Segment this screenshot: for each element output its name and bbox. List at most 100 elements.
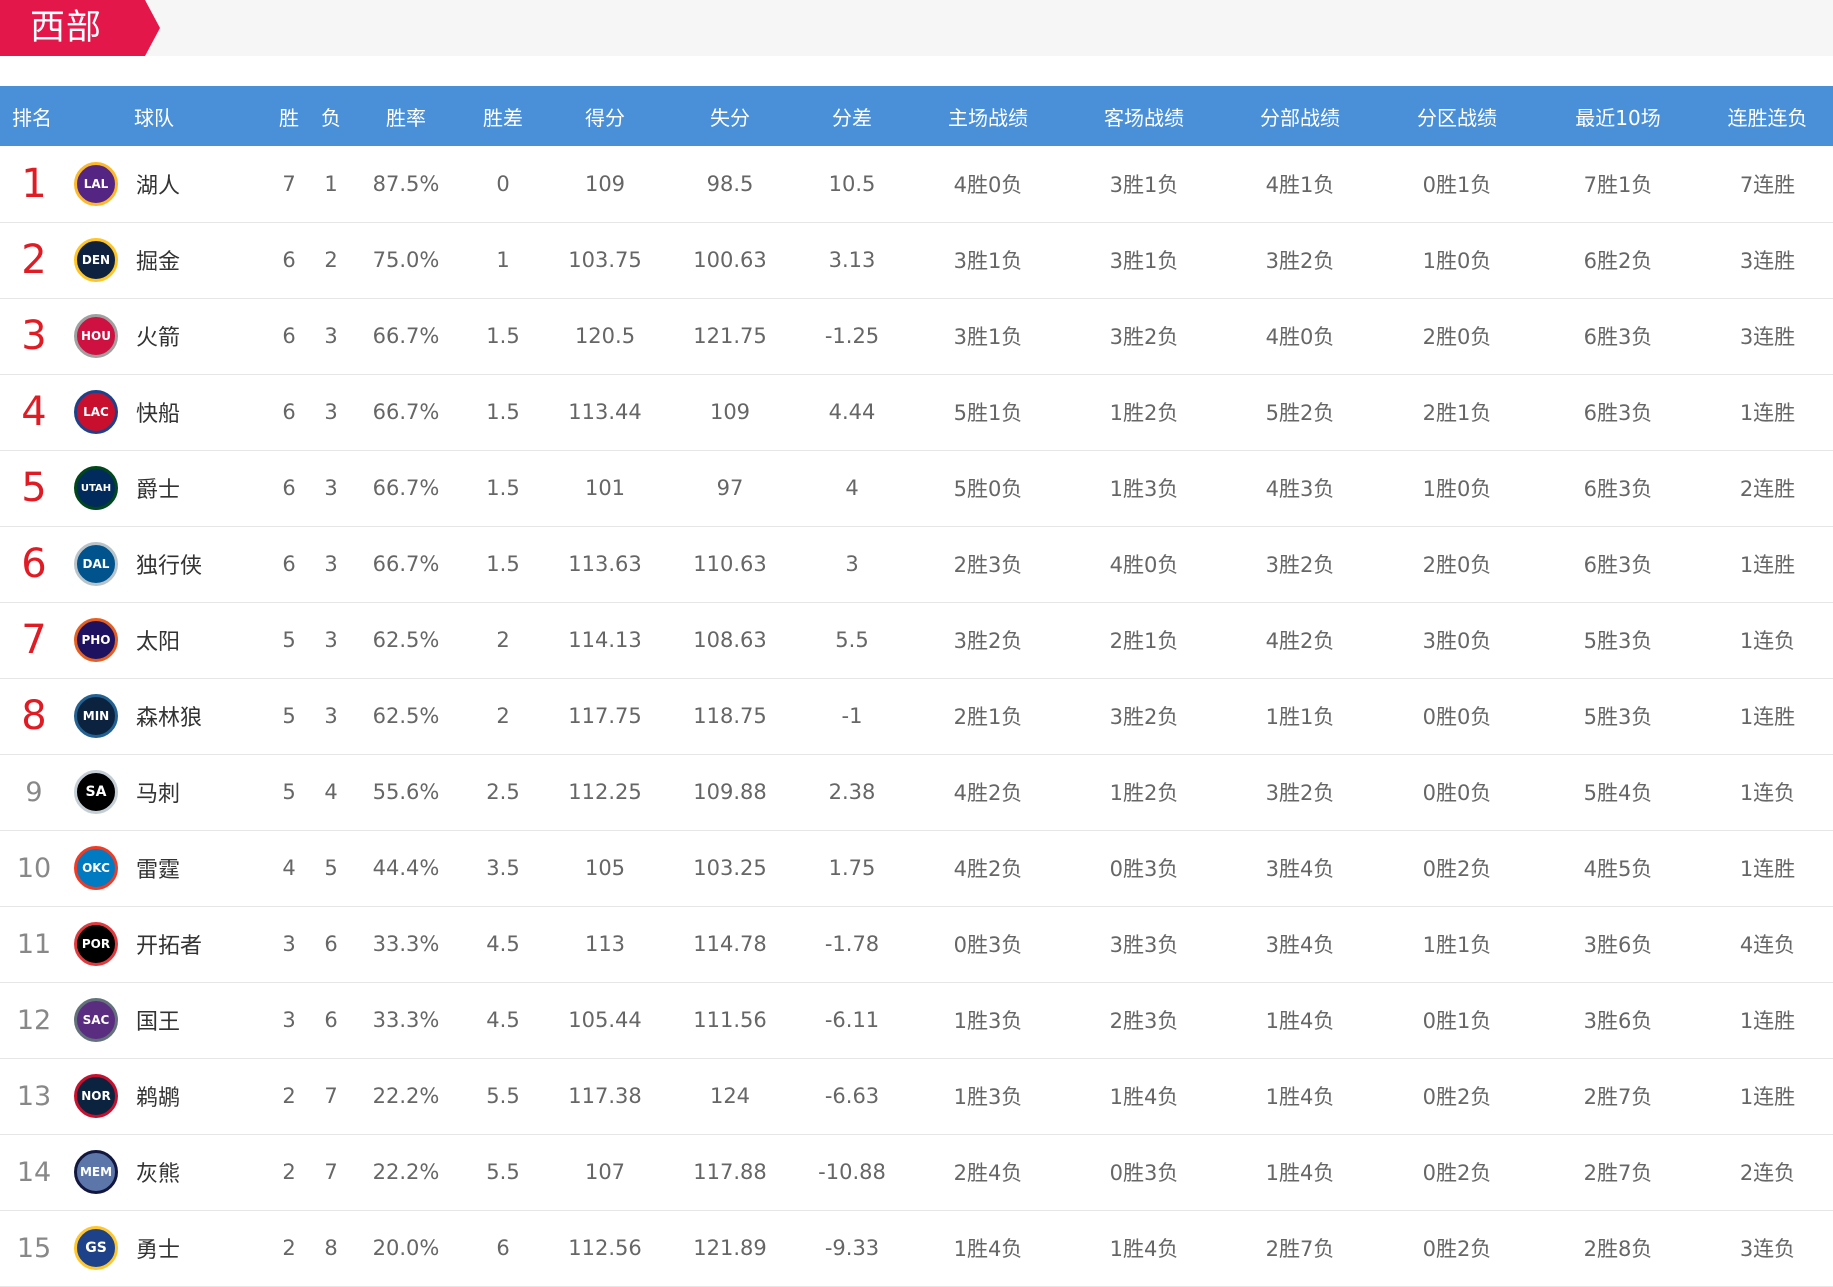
team-losses: 3 (324, 704, 338, 728)
team-cell[interactable]: MIN 森林狼 (68, 678, 268, 754)
table-row[interactable]: 13 NOR 鹈鹕 2 7 22.2% 5.5 117.38 124 -6.63 1胜3负 1胜4负 1… (0, 1058, 1833, 1134)
team-logo-icon[interactable]: SAC (74, 998, 118, 1042)
team-wins: 4 (282, 856, 296, 880)
team-cell[interactable]: LAL 湖人 (68, 146, 268, 222)
table-row[interactable]: 10 OKC 雷霆 4 5 44.4% 3.5 105 103.25 1.75 4胜2负 0胜3负 3胜… (0, 830, 1833, 906)
team-win-pct: 55.6% (372, 780, 440, 804)
team-name[interactable]: 马刺 (136, 776, 180, 808)
team-losses: 3 (324, 552, 338, 576)
table-row[interactable]: 4 LAC 快船 6 3 66.7% 1.5 113.44 109 4.44 5胜1负 1胜2负 5胜2… (0, 374, 1833, 450)
team-cell[interactable]: UTAH 爵士 (68, 450, 268, 526)
team-info[interactable]: UTAH 爵士 (68, 466, 268, 510)
team-cell[interactable]: OKC 雷霆 (68, 830, 268, 906)
table-row[interactable]: 3 HOU 火箭 6 3 66.7% 1.5 120.5 121.75 -1.25 3胜1负 3胜2负… (0, 298, 1833, 374)
team-cell[interactable]: DAL 独行侠 (68, 526, 268, 602)
team-cell[interactable]: SAC 国王 (68, 982, 268, 1058)
team-logo-icon[interactable]: DEN (74, 238, 118, 282)
team-info[interactable]: LAL 湖人 (68, 161, 268, 206)
table-row[interactable]: 7 PHO 太阳 5 3 62.5% 2 114.13 108.63 5.5 3胜2负 2胜1负 4胜2… (0, 602, 1833, 678)
team-logo-icon[interactable]: DAL (74, 542, 118, 586)
team-win-pct: 22.2% (372, 1160, 440, 1184)
team-division-record: 1胜1负 (1265, 705, 1335, 729)
team-away-record: 3胜1负 (1109, 249, 1179, 273)
team-cell[interactable]: GS 勇士 (68, 1210, 268, 1286)
team-cell[interactable]: DEN 掘金 (68, 222, 268, 298)
team-logo-icon[interactable]: POR (74, 922, 118, 966)
team-logo-icon[interactable]: LAL (74, 161, 118, 206)
team-streak: 1连胜 (1739, 705, 1796, 729)
team-name[interactable]: 湖人 (136, 168, 180, 200)
team-cell[interactable]: PHO 太阳 (68, 602, 268, 678)
team-points-against: 109 (709, 400, 751, 424)
team-info[interactable]: OKC 雷霆 (68, 846, 268, 890)
table-row[interactable]: 5 UTAH 爵士 6 3 66.7% 1.5 101 97 4 5胜0负 1胜3负 4胜3负 1胜0负 6… (0, 450, 1833, 526)
table-row[interactable]: 11 POR 开拓者 3 6 33.3% 4.5 113 114.78 -1.78 0胜3负 3胜3负… (0, 906, 1833, 982)
team-name[interactable]: 火箭 (136, 320, 180, 352)
table-row[interactable]: 9 SA 马刺 5 4 55.6% 2.5 112.25 109.88 2.38 4胜2负 1胜2负 3… (0, 754, 1833, 830)
team-win-pct: 62.5% (372, 704, 440, 728)
team-info[interactable]: MEM 灰熊 (68, 1150, 268, 1194)
team-name[interactable]: 勇士 (136, 1232, 180, 1264)
team-wins: 2 (282, 1160, 296, 1184)
team-logo-icon[interactable]: GS (74, 1226, 118, 1270)
team-info[interactable]: LAC 快船 (68, 390, 268, 434)
team-info[interactable]: HOU 火箭 (68, 314, 268, 358)
team-logo-icon[interactable]: NOR (74, 1074, 118, 1118)
team-logo-icon[interactable]: PHO (74, 618, 118, 662)
table-row[interactable]: 15 GS 勇士 2 8 20.0% 6 112.56 121.89 -9.33 1胜4负 1胜4负 2… (0, 1210, 1833, 1286)
team-cell[interactable]: SA 马刺 (68, 754, 268, 830)
table-row[interactable]: 1 LAL 湖人 7 1 87.5% 0 109 98.5 10.5 4胜0负 3胜1负 4胜1负 0胜1… (0, 146, 1833, 222)
team-logo-icon[interactable]: OKC (74, 846, 118, 890)
team-logo-icon[interactable]: LAC (74, 390, 118, 434)
table-row[interactable]: 8 MIN 森林狼 5 3 62.5% 2 117.75 118.75 -1 2胜1负 3胜2负 1胜1… (0, 678, 1833, 754)
team-name[interactable]: 森林狼 (136, 700, 202, 732)
team-cell[interactable]: LAC 快船 (68, 374, 268, 450)
team-name[interactable]: 灰熊 (136, 1156, 180, 1188)
team-logo-icon[interactable]: SA (74, 770, 118, 814)
table-row[interactable]: 14 MEM 灰熊 2 7 22.2% 5.5 107 117.88 -10.88 2胜4负 0胜3负… (0, 1134, 1833, 1210)
team-logo-icon[interactable]: HOU (74, 314, 118, 358)
team-rank: 14 (16, 1156, 52, 1188)
team-info[interactable]: PHO 太阳 (68, 618, 268, 662)
team-cell[interactable]: POR 开拓者 (68, 906, 268, 982)
team-logo-icon[interactable]: MIN (74, 694, 118, 738)
team-last-10: 6胜3负 (1583, 553, 1653, 577)
conference-tab[interactable]: 西部 (0, 0, 160, 56)
team-info[interactable]: DEN 掘金 (68, 238, 268, 282)
team-info[interactable]: POR 开拓者 (68, 922, 268, 966)
team-info[interactable]: MIN 森林狼 (68, 694, 268, 738)
team-cell[interactable]: HOU 火箭 (68, 298, 268, 374)
team-name[interactable]: 开拓者 (136, 928, 202, 960)
team-name[interactable]: 国王 (136, 1004, 180, 1036)
team-info[interactable]: DAL 独行侠 (68, 542, 268, 586)
team-cell[interactable]: MEM 灰熊 (68, 1134, 268, 1210)
table-row[interactable]: 12 SAC 国王 3 6 33.3% 4.5 105.44 111.56 -6.11 1胜3负 2胜… (0, 982, 1833, 1058)
team-name[interactable]: 爵士 (136, 472, 180, 504)
team-home-record: 1胜3负 (953, 1009, 1023, 1033)
team-name[interactable]: 太阳 (136, 624, 180, 656)
team-points-against: 100.63 (693, 248, 767, 272)
team-away-record: 3胜3负 (1109, 933, 1179, 957)
team-info[interactable]: GS 勇士 (68, 1226, 268, 1270)
team-info[interactable]: NOR 鹈鹕 (68, 1074, 268, 1118)
team-name[interactable]: 掘金 (136, 244, 180, 276)
team-info[interactable]: SA 马刺 (68, 770, 268, 814)
team-name[interactable]: 鹈鹕 (136, 1080, 180, 1112)
team-name[interactable]: 独行侠 (136, 548, 202, 580)
team-last-10: 6胜2负 (1583, 249, 1653, 273)
team-name[interactable]: 快船 (136, 396, 180, 428)
team-games-behind: 5.5 (486, 1160, 520, 1184)
team-logo-icon[interactable]: MEM (74, 1150, 118, 1194)
team-info[interactable]: SAC 国王 (68, 998, 268, 1042)
team-rank: 4 (21, 389, 47, 435)
table-row[interactable]: 2 DEN 掘金 6 2 75.0% 1 103.75 100.63 3.13 3胜1负 3胜1负 3胜… (0, 222, 1833, 298)
team-logo-icon[interactable]: UTAH (74, 466, 118, 510)
team-games-behind: 1.5 (486, 552, 520, 576)
team-cell[interactable]: NOR 鹈鹕 (68, 1058, 268, 1134)
team-last-10: 5胜3负 (1583, 629, 1653, 653)
table-row[interactable]: 6 DAL 独行侠 6 3 66.7% 1.5 113.63 110.63 3 2胜3负 4胜0负 3胜… (0, 526, 1833, 602)
team-win-pct: 75.0% (372, 248, 440, 272)
team-conference-record: 1胜0负 (1422, 477, 1492, 501)
team-win-pct: 66.7% (372, 324, 440, 348)
team-name[interactable]: 雷霆 (136, 852, 180, 884)
